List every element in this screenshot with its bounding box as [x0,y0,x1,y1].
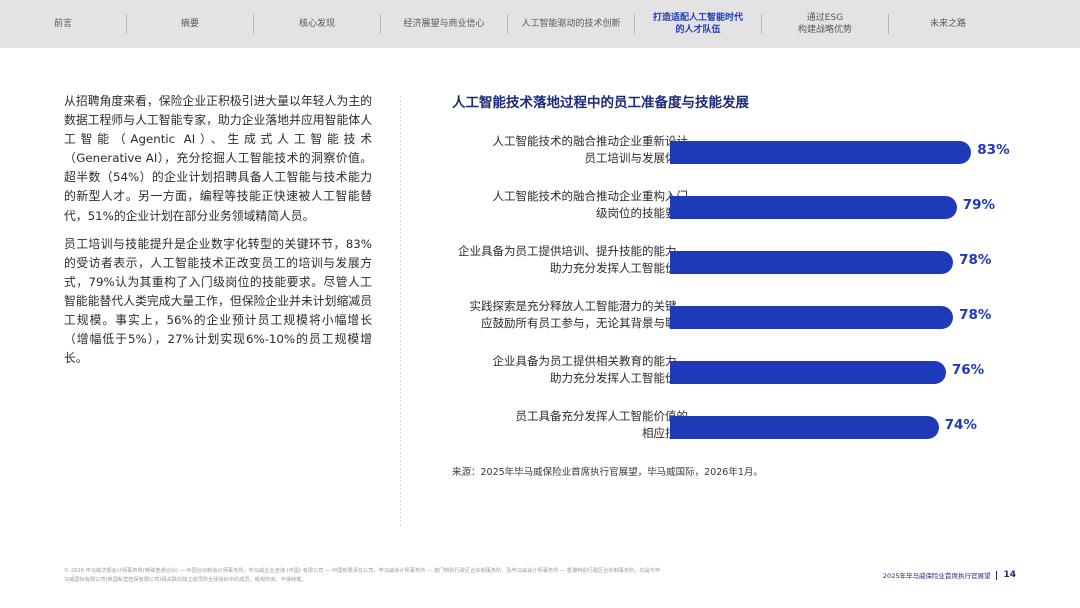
chart-row: 企业具备为员工提供培训、提升技能的能力， 助力充分发挥人工智能价值 78% [420,234,1040,286]
category-label: 人工智能技术的融合推动企业重新设计 员工培训与发展体系 [428,124,689,176]
footer-legal: © 2026 毕马威华振会计师事务所(特殊普通合伙) — 中国合伙制会计师事务所… [64,568,661,583]
bar-value-label: 76% [951,362,985,378]
tab-1[interactable]: 前言 [0,0,126,48]
bar-chart: 人工智能技术的融合推动企业重新设计 员工培训与发展体系 83% 人工智能技术的融合推动… [420,124,1040,444]
bar [670,196,957,219]
category-label: 人工智能技术的融合推动企业重构入门 级岗位的技能要求 [428,179,689,231]
bar-value-label: 83% [977,142,1010,158]
report-name: 2025年毕马威保险业首席执行官展望 [882,572,991,580]
chart-row: 员工具备充分发挥人工智能价值的 相应技能 74% [420,399,1040,451]
tab-label: 通过ESG [806,12,844,23]
paragraph-training: 员工培训与技能提升是企业数字化转型的关键环节，83%的受访者表示，人工智能技术正… [64,236,372,366]
column-divider [400,96,401,528]
category-label: 企业具备为员工提供培训、提升技能的能力， 助力充分发挥人工智能价值 [428,234,688,286]
paragraph-recruitment: 从招聘角度来看，保险企业正积极引进大量以年轻人为主的数据工程师与人工智能专家，助… [64,94,372,223]
category-label: 实践探索是充分释放人工智能潜力的关键， 应鼓励所有员工参与，无论其背景与职级 [428,289,689,341]
chart-row: 企业具备为员工提供相关教育的能力， 助力充分发挥人工智能价值 76% [420,344,1040,396]
category-label-line: 实践探索是充分释放人工智能潜力的关键， [469,299,689,313]
tab-4[interactable]: 经济展望与商业信心 [381,0,507,48]
chart-row: 实践探索是充分释放人工智能潜力的关键， 应鼓励所有员工参与，无论其背景与职级 78% [420,289,1040,341]
category-label-line: 助力充分发挥人工智能价值 [550,371,688,385]
bar-value-label: 74% [944,417,977,433]
bar [670,251,954,274]
tab-2[interactable]: 摘要 [127,0,253,48]
tab-label: 打造适配人工智能时代 [652,12,743,23]
page-number: 14 [1003,570,1016,580]
tab-5[interactable]: 人工智能驱动的技术创新 [508,0,634,48]
tab-label: 的人才队伍 [675,25,721,35]
bar-value-label: 79% [962,197,996,213]
body-text: 从招聘角度来看，保险企业正积极引进大量以年轻人为主的数据工程师与人工智能专家，助… [64,92,372,377]
category-label: 企业具备为员工提供相关教育的能力， 助力充分发挥人工智能价值 [428,344,689,396]
source-note: 来源：2025年毕马威保险业首席执行官展望，毕马威国际，2026年1月。 [452,467,763,478]
top-navigation: 前言 摘要 核心发现 经济展望与商业信心 人工智能驱动的技术创新 打造适配人工智能时代 的人… [0,0,1080,48]
tab-label: 前言 [53,18,72,29]
tab-label: 人工智能驱动的技术创新 [521,18,621,29]
category-label: 员工具备充分发挥人工智能价值的 相应技能 [428,399,689,451]
category-label-line: 企业具备为员工提供相关教育的能力， [492,354,689,368]
tab-label: 经济展望与商业信心 [403,18,485,29]
tab-7[interactable]: 通过ESG 构建战略优势 [762,0,888,48]
tab-8[interactable]: 未来之路 [889,0,1007,48]
category-label-line: 应鼓励所有员工参与，无论其背景与职级 [481,316,688,330]
tab-label: 未来之路 [929,18,966,29]
tab-6[interactable]: 打造适配人工智能时代 的人才队伍 [635,0,761,48]
chart-row: 人工智能技术的融合推动企业重构入门 级岗位的技能要求 79% [420,179,1040,231]
footer-separator [996,570,998,580]
chart-row: 人工智能技术的融合推动企业重新设计 员工培训与发展体系 83% [420,124,1040,176]
category-label-line: 助力充分发挥人工智能价值 [550,261,688,275]
bar [670,306,954,329]
tab-label: 核心发现 [298,18,335,29]
category-label-line: 人工智能技术的融合推动企业重构入门 [492,189,689,203]
chart-title: 人工智能技术落地过程中的员工准备度与技能发展 [452,95,749,111]
bar [670,141,972,164]
bar-value-label: 78% [959,307,992,323]
category-label-line: 员工具备充分发挥人工智能价值的 [515,409,689,423]
footer-right: 2025年毕马威保险业首席执行官展望 14 [883,570,1016,580]
category-label-line: 企业具备为员工提供培训、提升技能的能力， [458,244,688,258]
category-label-line: 人工智能技术的融合推动企业重新设计 [492,134,689,148]
tab-label: 构建战略优势 [797,25,852,35]
bar [670,361,946,384]
bar-value-label: 78% [959,252,992,268]
bar [670,416,939,439]
tab-label: 摘要 [180,18,199,29]
tab-3[interactable]: 核心发现 [254,0,380,48]
